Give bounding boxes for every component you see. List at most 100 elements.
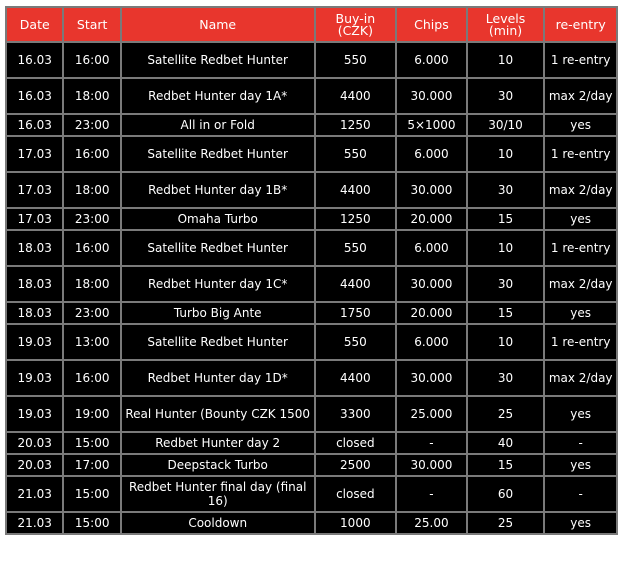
cell-date: 17.03 bbox=[7, 173, 63, 207]
cell-name: Redbet Hunter day 1A* bbox=[121, 79, 314, 113]
cell-buyin: 550 bbox=[315, 137, 396, 171]
header-name: Name bbox=[121, 8, 314, 41]
cell-date: 19.03 bbox=[7, 361, 63, 395]
cell-start: 19:00 bbox=[64, 397, 120, 431]
cell-chips: 30.000 bbox=[397, 79, 466, 113]
cell-start: 17:00 bbox=[64, 455, 120, 475]
header-buyin-line2: (CZK) bbox=[337, 22, 373, 38]
cell-reentry: max 2/day bbox=[545, 267, 616, 301]
cell-levels: 10 bbox=[467, 231, 544, 265]
cell-buyin: 4400 bbox=[315, 361, 396, 395]
cell-levels: 10 bbox=[467, 137, 544, 171]
cell-name: Deepstack Turbo bbox=[121, 455, 314, 475]
cell-levels: 15 bbox=[467, 455, 544, 475]
cell-chips: 5×1000 bbox=[397, 115, 466, 135]
cell-reentry: max 2/day bbox=[545, 79, 616, 113]
cell-buyin: 4400 bbox=[315, 267, 396, 301]
cell-buyin: 1750 bbox=[315, 303, 396, 323]
cell-date: 21.03 bbox=[7, 477, 63, 511]
cell-date: 18.03 bbox=[7, 231, 63, 265]
cell-levels: 30 bbox=[467, 267, 544, 301]
cell-chips: - bbox=[397, 477, 466, 511]
cell-name: All in or Fold bbox=[121, 115, 314, 135]
cell-date: 20.03 bbox=[7, 455, 63, 475]
cell-reentry: - bbox=[545, 477, 616, 511]
table-row: 21.03 15:00 Redbet Hunter final day (fin… bbox=[7, 477, 616, 511]
cell-date: 18.03 bbox=[7, 303, 63, 323]
table-row: 17.03 18:00 Redbet Hunter day 1B* 4400 3… bbox=[7, 173, 616, 207]
table-row: 21.03 15:00 Cooldown 1000 25.00 25 yes bbox=[7, 513, 616, 533]
cell-date: 16.03 bbox=[7, 79, 63, 113]
cell-date: 16.03 bbox=[7, 115, 63, 135]
table-row: 20.03 17:00 Deepstack Turbo 2500 30.000 … bbox=[7, 455, 616, 475]
header-levels: Levels (min) bbox=[467, 8, 544, 41]
cell-start: 23:00 bbox=[64, 209, 120, 229]
cell-levels: 30/10 bbox=[467, 115, 544, 135]
cell-chips: 25.000 bbox=[397, 397, 466, 431]
cell-start: 15:00 bbox=[64, 433, 120, 453]
cell-start: 15:00 bbox=[64, 513, 120, 533]
cell-chips: - bbox=[397, 433, 466, 453]
table-row: 17.03 23:00 Omaha Turbo 1250 20.000 15 y… bbox=[7, 209, 616, 229]
cell-name: Satellite Redbet Hunter bbox=[121, 43, 314, 77]
cell-levels: 25 bbox=[467, 513, 544, 533]
cell-name: Satellite Redbet Hunter bbox=[121, 325, 314, 359]
cell-buyin: 1000 bbox=[315, 513, 396, 533]
cell-chips: 30.000 bbox=[397, 455, 466, 475]
cell-date: 18.03 bbox=[7, 267, 63, 301]
cell-reentry: 1 re-entry bbox=[545, 137, 616, 171]
cell-chips: 6.000 bbox=[397, 325, 466, 359]
table-row: 18.03 16:00 Satellite Redbet Hunter 550 … bbox=[7, 231, 616, 265]
cell-chips: 25.00 bbox=[397, 513, 466, 533]
table-row: 19.03 19:00 Real Hunter (Bounty CZK 1500… bbox=[7, 397, 616, 431]
cell-name: Redbet Hunter day 1C* bbox=[121, 267, 314, 301]
schedule-container: Date Start Name Buy-in (CZK) Chips Level… bbox=[5, 6, 618, 535]
cell-chips: 30.000 bbox=[397, 267, 466, 301]
table-row: 16.03 18:00 Redbet Hunter day 1A* 4400 3… bbox=[7, 79, 616, 113]
cell-chips: 6.000 bbox=[397, 43, 466, 77]
cell-name: Cooldown bbox=[121, 513, 314, 533]
table-row: 18.03 18:00 Redbet Hunter day 1C* 4400 3… bbox=[7, 267, 616, 301]
cell-reentry: yes bbox=[545, 513, 616, 533]
table-row: 19.03 16:00 Redbet Hunter day 1D* 4400 3… bbox=[7, 361, 616, 395]
cell-levels: 15 bbox=[467, 303, 544, 323]
cell-reentry: yes bbox=[545, 455, 616, 475]
header-buyin: Buy-in (CZK) bbox=[315, 8, 396, 41]
cell-start: 23:00 bbox=[64, 115, 120, 135]
cell-chips: 30.000 bbox=[397, 173, 466, 207]
cell-reentry: 1 re-entry bbox=[545, 43, 616, 77]
header-reentry: re-entry bbox=[545, 8, 616, 41]
cell-reentry: yes bbox=[545, 115, 616, 135]
table-row: 17.03 16:00 Satellite Redbet Hunter 550 … bbox=[7, 137, 616, 171]
cell-start: 16:00 bbox=[64, 361, 120, 395]
cell-levels: 30 bbox=[467, 361, 544, 395]
cell-levels: 10 bbox=[467, 325, 544, 359]
cell-name: Redbet Hunter day 2 bbox=[121, 433, 314, 453]
header-date: Date bbox=[7, 8, 63, 41]
table-row: 18.03 23:00 Turbo Big Ante 1750 20.000 1… bbox=[7, 303, 616, 323]
cell-start: 16:00 bbox=[64, 137, 120, 171]
cell-start: 15:00 bbox=[64, 477, 120, 511]
table-row: 19.03 13:00 Satellite Redbet Hunter 550 … bbox=[7, 325, 616, 359]
cell-name: Redbet Hunter day 1D* bbox=[121, 361, 314, 395]
cell-levels: 10 bbox=[467, 43, 544, 77]
cell-date: 20.03 bbox=[7, 433, 63, 453]
cell-date: 17.03 bbox=[7, 137, 63, 171]
cell-name: Redbet Hunter day 1B* bbox=[121, 173, 314, 207]
cell-reentry: yes bbox=[545, 303, 616, 323]
header-chips: Chips bbox=[397, 8, 466, 41]
cell-levels: 30 bbox=[467, 79, 544, 113]
table-row: 20.03 15:00 Redbet Hunter day 2 closed -… bbox=[7, 433, 616, 453]
cell-name: Omaha Turbo bbox=[121, 209, 314, 229]
cell-buyin: 3300 bbox=[315, 397, 396, 431]
cell-reentry: 1 re-entry bbox=[545, 231, 616, 265]
cell-chips: 6.000 bbox=[397, 137, 466, 171]
cell-reentry: max 2/day bbox=[545, 173, 616, 207]
cell-date: 19.03 bbox=[7, 325, 63, 359]
cell-levels: 40 bbox=[467, 433, 544, 453]
cell-buyin: 550 bbox=[315, 43, 396, 77]
cell-start: 18:00 bbox=[64, 173, 120, 207]
cell-name: Real Hunter (Bounty CZK 1500 bbox=[121, 397, 314, 431]
header-levels-line2: (min) bbox=[488, 22, 523, 38]
tournament-schedule-table: Date Start Name Buy-in (CZK) Chips Level… bbox=[5, 6, 618, 535]
